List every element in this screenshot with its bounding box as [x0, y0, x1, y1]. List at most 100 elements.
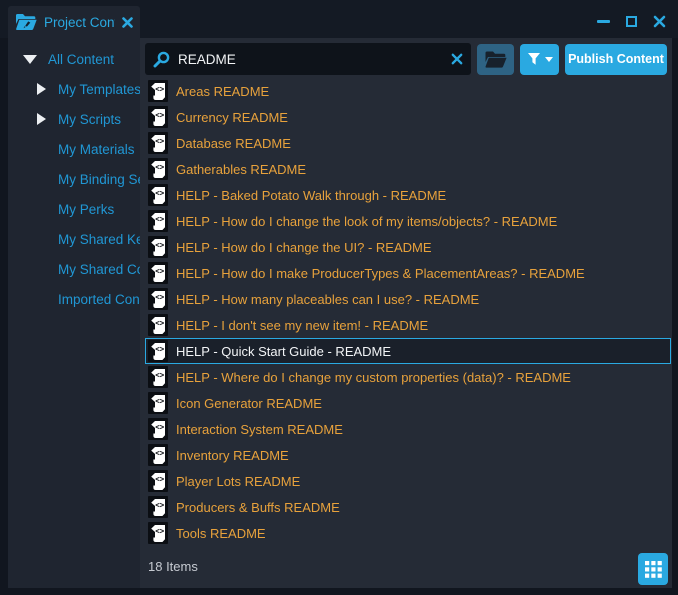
- script-file-icon: <>: [148, 236, 168, 258]
- script-file-icon: <>: [148, 158, 168, 180]
- window-controls: [596, 14, 666, 28]
- window-close-icon[interactable]: [652, 14, 666, 28]
- sidebar-item-all-content[interactable]: All Content: [8, 44, 140, 74]
- sidebar-item[interactable]: My Shared Co: [8, 254, 140, 284]
- svg-text:<>: <>: [155, 474, 165, 483]
- script-file-icon: <>: [148, 496, 168, 518]
- svg-text:<>: <>: [155, 526, 165, 535]
- list-item[interactable]: <> HELP - How do I change the look of my…: [145, 208, 671, 234]
- list-item[interactable]: <> Areas README: [145, 78, 671, 104]
- svg-text:<>: <>: [155, 266, 165, 275]
- list-item-label: Database README: [176, 136, 291, 151]
- sidebar-item[interactable]: My Shared Ke: [8, 224, 140, 254]
- svg-text:<>: <>: [155, 370, 165, 379]
- script-file-icon: <>: [148, 314, 168, 336]
- script-file-icon: <>: [148, 444, 168, 466]
- list-item[interactable]: <> Currency README: [145, 104, 671, 130]
- svg-text:<>: <>: [155, 136, 165, 145]
- list-item[interactable]: <> Icon Generator README: [145, 390, 671, 416]
- list-item-label: Areas README: [176, 84, 269, 99]
- filter-icon: [527, 52, 541, 66]
- script-file-icon: <>: [148, 262, 168, 284]
- tab-title: Project Content: [44, 15, 115, 30]
- list-item[interactable]: <> HELP - How do I make ProducerTypes & …: [145, 260, 671, 286]
- sidebar-item[interactable]: My Materials: [8, 134, 140, 164]
- grid-view-button[interactable]: [638, 553, 668, 585]
- sidebar-item[interactable]: My Binding Se: [8, 164, 140, 194]
- list-item[interactable]: <> Interaction System README: [145, 416, 671, 442]
- svg-text:<>: <>: [155, 318, 165, 327]
- script-file-icon: <>: [148, 366, 168, 388]
- tab-project-content[interactable]: Project Content: [8, 6, 140, 38]
- list-item-label: HELP - Quick Start Guide - README: [176, 344, 391, 359]
- list-item[interactable]: <> Gatherables README: [145, 156, 671, 182]
- list-item[interactable]: <> Inventory README: [145, 442, 671, 468]
- sidebar-root-label: All Content: [48, 52, 114, 67]
- content-panel: Publish Content <> Areas README <> Curre…: [140, 38, 672, 588]
- script-file-icon: <>: [148, 184, 168, 206]
- sidebar-item-label: My Perks: [58, 202, 114, 217]
- list-item-label: Player Lots README: [176, 474, 300, 489]
- sidebar-content-tree: All Content My Templates My Scripts My M…: [8, 38, 140, 588]
- sidebar-item[interactable]: Imported Con: [8, 284, 140, 314]
- list-item-label: Interaction System README: [176, 422, 343, 437]
- script-file-icon: <>: [148, 106, 168, 128]
- svg-text:<>: <>: [155, 422, 165, 431]
- tab-close-icon[interactable]: [122, 17, 133, 28]
- svg-text:<>: <>: [155, 162, 165, 171]
- list-item[interactable]: <> HELP - I don't see my new item! - REA…: [145, 312, 671, 338]
- script-file-icon: <>: [148, 470, 168, 492]
- svg-text:<>: <>: [155, 214, 165, 223]
- list-item[interactable]: <> Player Lots README: [145, 468, 671, 494]
- script-file-icon: <>: [148, 132, 168, 154]
- chevron-down-icon: [545, 57, 553, 62]
- title-bar: Project Content: [0, 0, 678, 38]
- sidebar-item-label: My Shared Co: [58, 262, 140, 277]
- list-item-label: Producers & Buffs README: [176, 500, 340, 515]
- expanded-triangle-icon[interactable]: [23, 55, 37, 64]
- sidebar-item-label: Imported Con: [58, 292, 140, 307]
- list-item-label: HELP - Baked Potato Walk through - READM…: [176, 188, 446, 203]
- list-item[interactable]: <> Database README: [145, 130, 671, 156]
- list-item[interactable]: <> HELP - Where do I change my custom pr…: [145, 364, 671, 390]
- search-icon: [153, 51, 170, 68]
- minimize-icon[interactable]: [596, 14, 610, 28]
- svg-text:<>: <>: [155, 344, 165, 353]
- list-item-label: HELP - How many placeables can I use? - …: [176, 292, 479, 307]
- sidebar-item[interactable]: My Templates: [8, 74, 140, 104]
- sidebar-item-label: My Scripts: [58, 112, 121, 127]
- list-item-label: HELP - How do I change the look of my it…: [176, 214, 557, 229]
- svg-text:<>: <>: [155, 500, 165, 509]
- sidebar-item-label: My Binding Se: [58, 172, 140, 187]
- list-item-label: Inventory README: [176, 448, 289, 463]
- list-item[interactable]: <> HELP - How do I change the UI? - READ…: [145, 234, 671, 260]
- svg-text:<>: <>: [155, 292, 165, 301]
- sidebar-item-label: My Templates: [58, 82, 140, 97]
- script-file-icon: <>: [148, 418, 168, 440]
- script-file-icon: <>: [148, 80, 168, 102]
- sidebar-item[interactable]: My Perks: [8, 194, 140, 224]
- maximize-icon[interactable]: [624, 14, 638, 28]
- collapsed-triangle-icon[interactable]: [37, 113, 46, 125]
- list-item[interactable]: <> HELP - How many placeables can I use?…: [145, 286, 671, 312]
- svg-text:<>: <>: [155, 110, 165, 119]
- list-item-label: Tools README: [176, 526, 266, 541]
- search-box[interactable]: [145, 43, 471, 75]
- search-clear-icon[interactable]: [451, 53, 463, 65]
- list-item[interactable]: <> Tools README: [145, 520, 671, 546]
- list-item[interactable]: <> HELP - Baked Potato Walk through - RE…: [145, 182, 671, 208]
- search-input[interactable]: [178, 52, 443, 67]
- list-item-label: HELP - How do I make ProducerTypes & Pla…: [176, 266, 585, 281]
- grid-view-icon: [645, 561, 662, 578]
- list-item[interactable]: <> Producers & Buffs README: [145, 494, 671, 520]
- sidebar-item[interactable]: My Scripts: [8, 104, 140, 134]
- script-file-icon: <>: [148, 288, 168, 310]
- list-item-label: HELP - I don't see my new item! - README: [176, 318, 428, 333]
- collapsed-triangle-icon[interactable]: [37, 83, 46, 95]
- browse-folder-button[interactable]: [477, 44, 514, 75]
- filter-button[interactable]: [520, 44, 559, 75]
- publish-content-button[interactable]: Publish Content: [565, 44, 667, 75]
- script-file-icon: <>: [148, 340, 168, 362]
- list-item[interactable]: <> HELP - Quick Start Guide - README: [145, 338, 671, 364]
- project-folder-icon: [15, 13, 37, 31]
